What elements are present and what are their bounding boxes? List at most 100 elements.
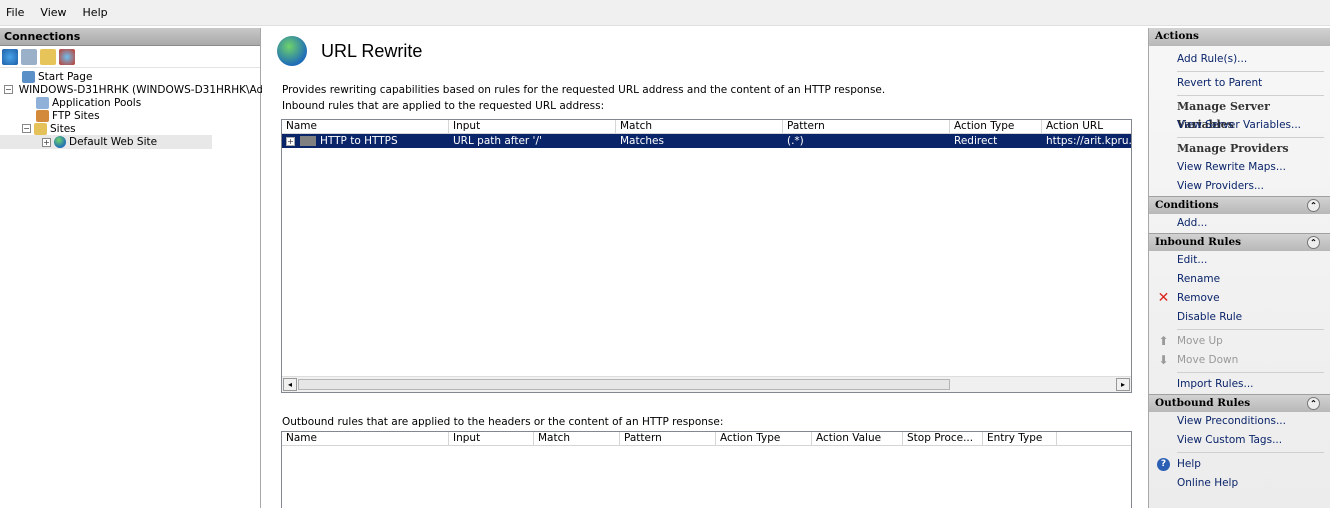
cell-action-url: https://arit.kpru.a bbox=[1046, 135, 1131, 147]
revert-to-parent-link[interactable]: Revert to Parent bbox=[1149, 74, 1330, 93]
collapse-icon[interactable]: − bbox=[4, 85, 13, 94]
tree-item-sites[interactable]: − Sites bbox=[0, 122, 260, 135]
outbound-label: Outbound rules that are applied to the h… bbox=[282, 416, 724, 428]
move-down-label: Move Down bbox=[1177, 354, 1239, 366]
outbound-rules-section[interactable]: Outbound Rules ⌃ bbox=[1149, 394, 1330, 412]
view-custom-tags-link[interactable]: View Custom Tags... bbox=[1149, 431, 1330, 450]
help-link[interactable]: ? Help bbox=[1149, 455, 1330, 474]
help-icon: ? bbox=[1157, 458, 1170, 471]
tree-label: Default Web Site bbox=[69, 136, 158, 148]
divider bbox=[1177, 71, 1324, 72]
inbound-rules-title: Inbound Rules bbox=[1155, 236, 1242, 248]
up-folder-icon[interactable] bbox=[40, 48, 56, 65]
help-label: Help bbox=[1177, 458, 1201, 470]
collapse-icon[interactable]: − bbox=[22, 124, 31, 133]
connections-title: Connections bbox=[0, 28, 260, 46]
manage-providers-heading: Manage Providers bbox=[1177, 142, 1289, 155]
column-header[interactable]: Action URL bbox=[1042, 120, 1131, 133]
expand-icon[interactable]: + bbox=[286, 137, 295, 146]
connect-icon[interactable] bbox=[2, 48, 18, 65]
remove-rule-link[interactable]: ✕ Remove bbox=[1149, 289, 1330, 308]
column-header[interactable]: Input bbox=[449, 120, 616, 133]
conditions-title: Conditions bbox=[1155, 199, 1219, 211]
rename-rule-link[interactable]: Rename bbox=[1149, 270, 1330, 289]
tree-item-ftp-sites[interactable]: FTP Sites bbox=[0, 109, 260, 122]
divider bbox=[1177, 137, 1324, 138]
menu-help[interactable]: Help bbox=[83, 6, 108, 19]
tree-item-start-page[interactable]: Start Page bbox=[0, 70, 260, 83]
table-row[interactable]: + HTTP to HTTPS URL path after '/' Matche… bbox=[282, 134, 1131, 148]
connections-toolbar bbox=[0, 46, 260, 68]
move-down-link: ⬇ Move Down bbox=[1149, 351, 1330, 370]
move-up-link: ⬆ Move Up bbox=[1149, 332, 1330, 351]
column-header[interactable]: Match bbox=[616, 120, 783, 133]
column-header[interactable]: Pattern bbox=[620, 432, 716, 445]
view-rewrite-maps-link[interactable]: View Rewrite Maps... bbox=[1149, 158, 1330, 177]
column-header[interactable]: Action Type bbox=[950, 120, 1042, 133]
divider bbox=[1177, 329, 1324, 330]
feature-header: URL Rewrite bbox=[277, 36, 422, 66]
save-icon[interactable] bbox=[21, 48, 37, 65]
add-rules-link[interactable]: Add Rule(s)... bbox=[1149, 50, 1330, 69]
collapse-icon[interactable]: ⌃ bbox=[1307, 397, 1320, 410]
view-server-variables-link[interactable]: View Server Variables... bbox=[1149, 116, 1330, 135]
disconnect-icon[interactable] bbox=[59, 48, 75, 65]
outbound-rules-title: Outbound Rules bbox=[1155, 397, 1251, 409]
cell-name: + HTTP to HTTPS bbox=[282, 134, 449, 148]
ftp-sites-icon bbox=[36, 109, 49, 122]
app-pools-icon bbox=[36, 96, 49, 109]
expand-icon[interactable]: + bbox=[42, 137, 51, 147]
column-header[interactable]: Name bbox=[282, 432, 449, 445]
tree-item-default-web-site[interactable]: + Default Web Site bbox=[0, 135, 212, 149]
column-header[interactable]: Stop Proce... bbox=[903, 432, 983, 445]
add-condition-link[interactable]: Add... bbox=[1149, 214, 1330, 233]
column-header[interactable]: Entry Type bbox=[983, 432, 1057, 445]
edit-rule-link[interactable]: Edit... bbox=[1149, 251, 1330, 270]
collapse-icon[interactable]: ⌃ bbox=[1307, 199, 1320, 212]
view-preconditions-link[interactable]: View Preconditions... bbox=[1149, 412, 1330, 431]
scroll-left-icon[interactable]: ◂ bbox=[283, 378, 297, 391]
column-header[interactable]: Match bbox=[534, 432, 620, 445]
manage-server-variables-heading: Manage Server Variables bbox=[1177, 100, 1270, 131]
collapse-icon[interactable]: ⌃ bbox=[1307, 236, 1320, 249]
url-rewrite-globe-icon bbox=[277, 36, 307, 66]
menu-view[interactable]: View bbox=[40, 6, 66, 19]
actions-title: Actions bbox=[1149, 28, 1330, 46]
tree-label: Start Page bbox=[38, 70, 93, 83]
connections-pane: Connections Start Page − WINDOWS-D31HRHK… bbox=[0, 28, 276, 508]
column-header[interactable]: Name bbox=[282, 120, 449, 133]
scroll-right-icon[interactable]: ▸ bbox=[1116, 378, 1130, 391]
globe-icon bbox=[54, 136, 66, 148]
conditions-section[interactable]: Conditions ⌃ bbox=[1149, 196, 1330, 214]
page-title: URL Rewrite bbox=[321, 40, 423, 61]
column-header[interactable]: Pattern bbox=[783, 120, 950, 133]
import-rules-link[interactable]: Import Rules... bbox=[1149, 375, 1330, 394]
scroll-thumb[interactable] bbox=[298, 379, 950, 390]
divider bbox=[1177, 372, 1324, 373]
view-providers-link[interactable]: View Providers... bbox=[1149, 177, 1330, 196]
divider bbox=[1177, 452, 1324, 453]
disable-rule-link[interactable]: Disable Rule bbox=[1149, 308, 1330, 327]
tree-label: Sites bbox=[50, 122, 76, 135]
start-page-icon bbox=[22, 70, 35, 83]
column-header[interactable]: Action Type bbox=[716, 432, 812, 445]
menu-file[interactable]: File bbox=[6, 6, 24, 19]
actions-pane: Actions Add Rule(s)... Revert to Parent … bbox=[1148, 28, 1330, 508]
inbound-grid-header: Name Input Match Pattern Action Type Act… bbox=[282, 120, 1131, 134]
cell-action-type: Redirect bbox=[954, 135, 998, 147]
move-up-label: Move Up bbox=[1177, 335, 1223, 347]
feature-description: Provides rewriting capabilities based on… bbox=[282, 84, 886, 96]
inbound-rules-grid[interactable]: Name Input Match Pattern Action Type Act… bbox=[281, 119, 1132, 393]
divider bbox=[1177, 95, 1324, 96]
column-header[interactable]: Input bbox=[449, 432, 534, 445]
column-header[interactable]: Action Value bbox=[812, 432, 903, 445]
online-help-link[interactable]: Online Help bbox=[1149, 474, 1330, 493]
outbound-rules-grid[interactable]: Name Input Match Pattern Action Type Act… bbox=[281, 431, 1132, 508]
cell-input: URL path after '/' bbox=[453, 135, 542, 147]
tree-item-app-pools[interactable]: Application Pools bbox=[0, 96, 260, 109]
horizontal-scrollbar[interactable]: ◂ ▸ bbox=[282, 376, 1131, 392]
tree-item-server[interactable]: − WINDOWS-D31HRHK (WINDOWS-D31HRHK\Admi bbox=[0, 83, 276, 96]
remove-label: Remove bbox=[1177, 292, 1220, 304]
inbound-rules-section[interactable]: Inbound Rules ⌃ bbox=[1149, 233, 1330, 251]
arrow-up-icon: ⬆ bbox=[1158, 334, 1169, 348]
